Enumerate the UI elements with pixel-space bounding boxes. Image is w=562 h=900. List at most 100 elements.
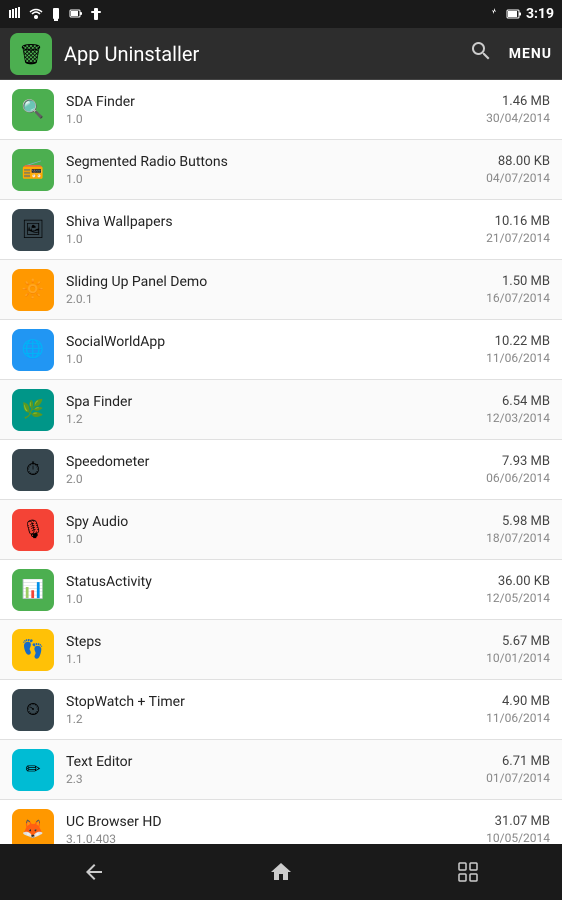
app-info: StopWatch + Timer 1.2 xyxy=(66,694,486,726)
app-item[interactable]: 🦊 UC Browser HD 3.1.0.403 31.07 MB 10/05… xyxy=(0,800,562,844)
app-icon: ⏲ xyxy=(12,689,54,731)
app-icon: 🔆 xyxy=(12,269,54,311)
app-date: 21/07/2014 xyxy=(486,231,550,245)
app-info: UC Browser HD 3.1.0.403 xyxy=(66,814,486,845)
app-icon: 🖼 xyxy=(12,209,54,251)
app-meta: 1.46 MB 30/04/2014 xyxy=(486,94,550,125)
app-date: 04/07/2014 xyxy=(486,171,550,185)
app-name: SocialWorldApp xyxy=(66,334,486,350)
app-info: StatusActivity 1.0 xyxy=(66,574,486,606)
app-version: 2.0.1 xyxy=(66,292,486,306)
app-size: 5.67 MB xyxy=(486,634,550,649)
app-date: 12/03/2014 xyxy=(486,411,550,425)
app-info: Text Editor 2.3 xyxy=(66,754,486,786)
app-date: 01/07/2014 xyxy=(486,771,550,785)
app-info: Spy Audio 1.0 xyxy=(66,514,486,546)
app-version: 1.1 xyxy=(66,652,486,666)
app-list: 🔍 SDA Finder 1.0 1.46 MB 30/04/2014 📻 Se… xyxy=(0,80,562,844)
app-icon: ⏱ xyxy=(12,449,54,491)
app-icon: 📊 xyxy=(12,569,54,611)
back-button[interactable] xyxy=(64,852,124,892)
app-meta: 88.00 KB 04/07/2014 xyxy=(486,154,550,185)
app-item[interactable]: 🎙 Spy Audio 1.0 5.98 MB 18/07/2014 xyxy=(0,500,562,560)
app-item[interactable]: 👣 Steps 1.1 5.67 MB 10/01/2014 xyxy=(0,620,562,680)
app-version: 1.2 xyxy=(66,712,486,726)
app-item[interactable]: 🔍 SDA Finder 1.0 1.46 MB 30/04/2014 xyxy=(0,80,562,140)
app-name: Steps xyxy=(66,634,486,650)
app-info: SocialWorldApp 1.0 xyxy=(66,334,486,366)
app-meta: 4.90 MB 11/06/2014 xyxy=(486,694,550,725)
app-item[interactable]: 📊 StatusActivity 1.0 36.00 KB 12/05/2014 xyxy=(0,560,562,620)
app-icon: ✏ xyxy=(12,749,54,791)
app-icon: 🎙 xyxy=(12,509,54,551)
app-date: 10/05/2014 xyxy=(486,831,550,844)
menu-button[interactable]: MENU xyxy=(509,46,552,62)
app-date: 30/04/2014 xyxy=(486,111,550,125)
app-name: UC Browser HD xyxy=(66,814,486,830)
app-item[interactable]: 🖼 Shiva Wallpapers 1.0 10.16 MB 21/07/20… xyxy=(0,200,562,260)
header-title: App Uninstaller xyxy=(64,42,469,66)
app-meta: 36.00 KB 12/05/2014 xyxy=(486,574,550,605)
app-size: 7.93 MB xyxy=(486,454,550,469)
app-meta: 5.98 MB 18/07/2014 xyxy=(486,514,550,545)
app-info: Steps 1.1 xyxy=(66,634,486,666)
app-header: 🗑 App Uninstaller MENU xyxy=(0,28,562,80)
header-app-icon: 🗑 xyxy=(10,33,52,75)
app-date: 11/06/2014 xyxy=(486,351,550,365)
app-size: 31.07 MB xyxy=(486,814,550,829)
app-info: Shiva Wallpapers 1.0 xyxy=(66,214,486,246)
app-name: Sliding Up Panel Demo xyxy=(66,274,486,290)
app-meta: 10.22 MB 11/06/2014 xyxy=(486,334,550,365)
app-size: 6.71 MB xyxy=(486,754,550,769)
app-name: Spa Finder xyxy=(66,394,486,410)
app-item[interactable]: 🔆 Sliding Up Panel Demo 2.0.1 1.50 MB 16… xyxy=(0,260,562,320)
app-icon: 🔍 xyxy=(12,89,54,131)
app-size: 5.98 MB xyxy=(486,514,550,529)
app-info: Sliding Up Panel Demo 2.0.1 xyxy=(66,274,486,306)
app-item[interactable]: ⏲ StopWatch + Timer 1.2 4.90 MB 11/06/20… xyxy=(0,680,562,740)
app-name: Spy Audio xyxy=(66,514,486,530)
app-item[interactable]: ⏱ Speedometer 2.0 7.93 MB 06/06/2014 xyxy=(0,440,562,500)
app-name: Segmented Radio Buttons xyxy=(66,154,486,170)
app-size: 10.22 MB xyxy=(486,334,550,349)
app-version: 1.0 xyxy=(66,232,486,246)
home-button[interactable] xyxy=(251,852,311,892)
app-size: 88.00 KB xyxy=(486,154,550,169)
app-meta: 10.16 MB 21/07/2014 xyxy=(486,214,550,245)
app-date: 11/06/2014 xyxy=(486,711,550,725)
status-icons-right: 3:19 xyxy=(486,6,554,22)
app-item[interactable]: 📻 Segmented Radio Buttons 1.0 88.00 KB 0… xyxy=(0,140,562,200)
app-name: StatusActivity xyxy=(66,574,486,590)
app-version: 1.0 xyxy=(66,172,486,186)
app-info: Speedometer 2.0 xyxy=(66,454,486,486)
status-icons-left xyxy=(8,6,104,22)
app-info: SDA Finder 1.0 xyxy=(66,94,486,126)
app-meta: 1.50 MB 16/07/2014 xyxy=(486,274,550,305)
app-name: StopWatch + Timer xyxy=(66,694,486,710)
app-date: 10/01/2014 xyxy=(486,651,550,665)
navigation-bar xyxy=(0,844,562,900)
app-item[interactable]: 🌐 SocialWorldApp 1.0 10.22 MB 11/06/2014 xyxy=(0,320,562,380)
app-name: Shiva Wallpapers xyxy=(66,214,486,230)
search-button[interactable] xyxy=(469,39,493,69)
app-size: 1.50 MB xyxy=(486,274,550,289)
app-meta: 6.54 MB 12/03/2014 xyxy=(486,394,550,425)
app-version: 1.0 xyxy=(66,352,486,366)
app-size: 6.54 MB xyxy=(486,394,550,409)
app-icon: 🦊 xyxy=(12,809,54,845)
app-meta: 7.93 MB 06/06/2014 xyxy=(486,454,550,485)
app-date: 12/05/2014 xyxy=(486,591,550,605)
app-version: 2.3 xyxy=(66,772,486,786)
app-info: Spa Finder 1.2 xyxy=(66,394,486,426)
recents-button[interactable] xyxy=(438,852,498,892)
app-item[interactable]: 🌿 Spa Finder 1.2 6.54 MB 12/03/2014 xyxy=(0,380,562,440)
app-name: SDA Finder xyxy=(66,94,486,110)
app-size: 10.16 MB xyxy=(486,214,550,229)
app-version: 1.0 xyxy=(66,592,486,606)
app-version: 2.0 xyxy=(66,472,486,486)
status-bar: 3:19 xyxy=(0,0,562,28)
app-item[interactable]: ✏ Text Editor 2.3 6.71 MB 01/07/2014 xyxy=(0,740,562,800)
app-date: 06/06/2014 xyxy=(486,471,550,485)
app-version: 1.0 xyxy=(66,112,486,126)
app-size: 4.90 MB xyxy=(486,694,550,709)
